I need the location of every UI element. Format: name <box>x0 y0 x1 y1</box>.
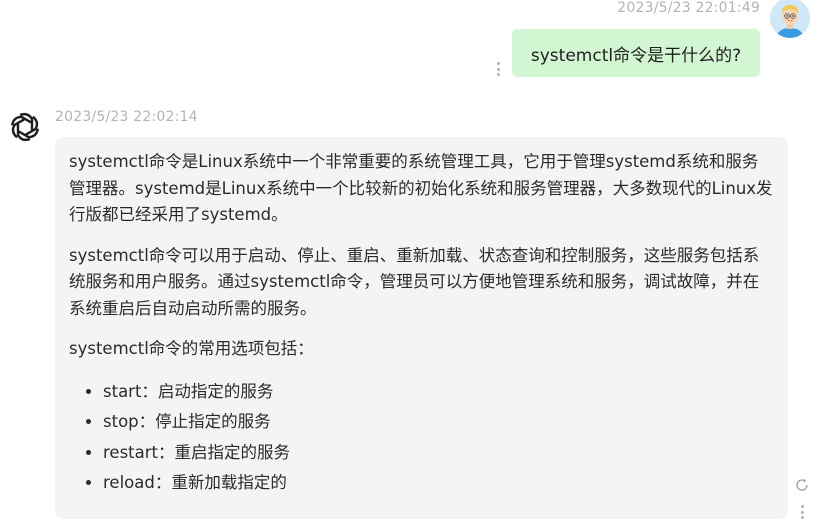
options-list: start：启动指定的服务 stop：停止指定的服务 restart：重启指定的… <box>69 377 774 499</box>
list-item: stop：停止指定的服务 <box>103 407 774 438</box>
assistant-message-bubble: systemctl命令是Linux系统中一个非常重要的系统管理工具，它用于管理s… <box>55 137 788 519</box>
assistant-paragraph: systemctl命令可以用于启动、停止、重启、重新加载、状态查询和控制服务，这… <box>69 245 760 318</box>
list-item: restart：重启指定的服务 <box>103 438 774 469</box>
assistant-paragraph: systemctl命令的常用选项包括： <box>69 339 314 358</box>
user-avatar-icon <box>770 0 810 38</box>
list-item: start：启动指定的服务 <box>103 377 774 408</box>
user-message-timestamp: 2023/5/23 22:01:49 <box>617 0 760 16</box>
list-item: reload：重新加载指定的 <box>103 468 774 499</box>
assistant-message-timestamp: 2023/5/23 22:02:14 <box>55 109 198 125</box>
user-message-text: systemctl命令是干什么的? <box>530 45 742 66</box>
more-vertical-icon[interactable] <box>797 503 807 521</box>
more-vertical-icon[interactable] <box>493 60 503 78</box>
chat-window: 2023/5/23 22:01:49 systemctl命令是干什么的? 202… <box>0 0 826 521</box>
user-message-bubble: systemctl命令是干什么的? <box>512 29 760 77</box>
refresh-icon[interactable] <box>795 477 809 491</box>
openai-logo-icon <box>6 108 44 146</box>
assistant-paragraph: systemctl命令是Linux系统中一个非常重要的系统管理工具，它用于管理s… <box>69 152 773 224</box>
